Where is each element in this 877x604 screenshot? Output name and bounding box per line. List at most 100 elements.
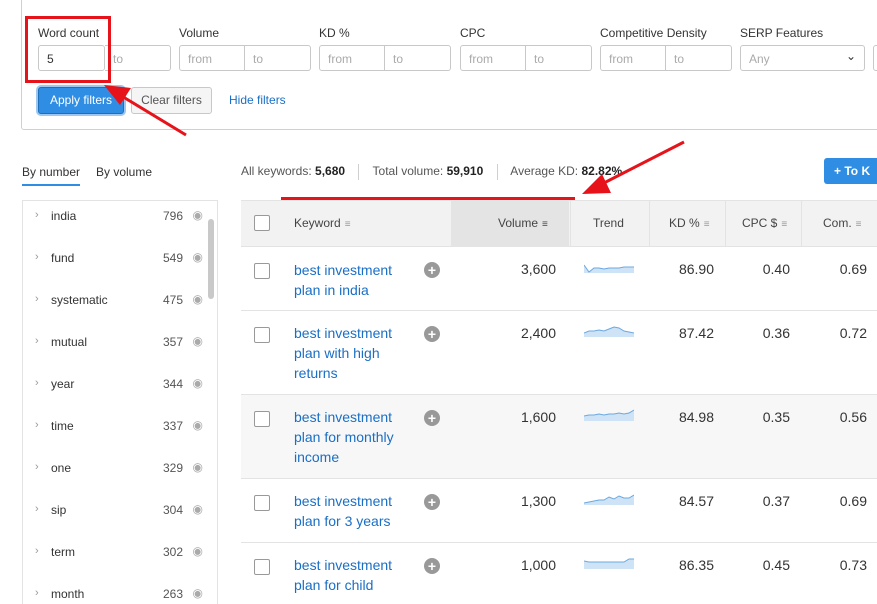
volume-value: 1,300 — [520, 493, 556, 509]
keyword-link[interactable]: best investment plan in india — [294, 260, 414, 300]
column-cpc[interactable]: CPC $ ≡ — [742, 216, 787, 230]
table-row: best investment plan for 3 years + 1,300… — [241, 479, 877, 543]
hide-filters-link[interactable]: Hide filters — [229, 93, 286, 107]
volume-value: 2,400 — [520, 325, 556, 341]
volume-value: 3,600 — [520, 261, 556, 277]
list-item[interactable]: › systematic 475 ◉ — [23, 291, 203, 311]
list-item[interactable]: › time 337 ◉ — [23, 417, 203, 437]
kd-value: 84.98 — [678, 409, 714, 425]
column-com[interactable]: Com. ≡ — [823, 216, 862, 230]
volume-to-input[interactable]: to — [245, 45, 311, 71]
cpc-value: 0.45 — [762, 557, 790, 573]
group-label: sip — [51, 503, 67, 517]
column-cpc-label: CPC $ — [742, 216, 778, 230]
cpc-from-input[interactable]: from — [460, 45, 526, 71]
table-row: best investment plan for child + 1,000 8… — [241, 543, 877, 604]
table-row: best investment plan for monthly income … — [241, 395, 877, 479]
group-count: 475 — [162, 293, 183, 307]
eye-icon[interactable]: ◉ — [193, 208, 203, 222]
group-label: month — [51, 587, 85, 601]
clear-filters-button[interactable]: Clear filters — [131, 87, 212, 114]
add-icon[interactable]: + — [424, 410, 440, 426]
kd-label: KD % — [319, 26, 350, 40]
select-all-checkbox[interactable] — [254, 215, 270, 231]
group-label: india — [51, 209, 77, 223]
sidebar-scrollbar[interactable] — [208, 219, 214, 299]
eye-icon[interactable]: ◉ — [193, 250, 203, 264]
eye-icon[interactable]: ◉ — [193, 418, 203, 432]
sort-icon: ≡ — [344, 219, 351, 230]
volume-from-input[interactable]: from — [179, 45, 245, 71]
column-kd-label: KD % — [669, 216, 700, 230]
group-label: one — [51, 461, 72, 475]
row-checkbox[interactable] — [254, 327, 270, 343]
column-trend[interactable]: Trend — [593, 216, 624, 230]
eye-icon[interactable]: ◉ — [193, 544, 203, 558]
keyword-link[interactable]: best investment plan for monthly income — [294, 407, 414, 467]
add-icon[interactable]: + — [424, 326, 440, 342]
serp-features-select[interactable]: Any ⌄ — [740, 45, 865, 71]
cpc-value: 0.37 — [762, 493, 790, 509]
eye-icon[interactable]: ◉ — [193, 586, 203, 600]
word-group-list: › india 796 ◉ › fund 549 ◉ › systematic … — [22, 200, 218, 604]
competitive-density-to-input[interactable]: to — [666, 45, 732, 71]
com-value: 0.69 — [839, 493, 867, 509]
volume-value: 1,000 — [520, 557, 556, 573]
divider — [496, 164, 498, 180]
sort-icon: ≡ — [781, 219, 788, 230]
row-checkbox[interactable] — [254, 495, 270, 511]
next-filter-input[interactable] — [873, 45, 877, 71]
keyword-link[interactable]: best investment plan for 3 years — [294, 491, 414, 531]
chevron-right-icon: › — [35, 251, 39, 263]
group-count: 796 — [162, 209, 183, 223]
apply-filters-button[interactable]: Apply filters — [38, 87, 124, 114]
eye-icon[interactable]: ◉ — [193, 502, 203, 516]
row-checkbox[interactable] — [254, 559, 270, 575]
eye-icon[interactable]: ◉ — [193, 292, 203, 306]
competitive-density-from-input[interactable]: from — [600, 45, 666, 71]
list-item[interactable]: › fund 549 ◉ — [23, 249, 203, 269]
kd-to-input[interactable]: to — [385, 45, 451, 71]
word-count-to-input[interactable]: to — [105, 45, 171, 71]
column-com-label: Com. — [823, 216, 852, 230]
list-item[interactable]: › month 263 ◉ — [23, 585, 203, 604]
column-volume[interactable]: Volume ≡ — [498, 216, 548, 230]
group-count: 304 — [162, 503, 183, 517]
add-icon[interactable]: + — [424, 494, 440, 510]
chevron-right-icon: › — [35, 587, 39, 599]
column-volume-label: Volume — [498, 216, 539, 230]
list-item[interactable]: › year 344 ◉ — [23, 375, 203, 395]
com-value: 0.69 — [839, 261, 867, 277]
sort-icon: ≡ — [855, 219, 862, 230]
list-item[interactable]: › mutual 357 ◉ — [23, 333, 203, 353]
cpc-to-input[interactable]: to — [526, 45, 592, 71]
keyword-link[interactable]: best investment plan with high returns — [294, 323, 414, 383]
add-icon[interactable]: + — [424, 558, 440, 574]
tab-by-volume[interactable]: By volume — [96, 165, 152, 179]
list-item[interactable]: › term 302 ◉ — [23, 543, 203, 563]
eye-icon[interactable]: ◉ — [193, 334, 203, 348]
list-item[interactable]: › one 329 ◉ — [23, 459, 203, 479]
group-count: 337 — [162, 419, 183, 433]
add-icon[interactable]: + — [424, 262, 440, 278]
list-item[interactable]: › sip 304 ◉ — [23, 501, 203, 521]
kd-from-input[interactable]: from — [319, 45, 385, 71]
divider — [801, 201, 802, 247]
cpc-value: 0.35 — [762, 409, 790, 425]
chevron-right-icon: › — [35, 293, 39, 305]
list-item[interactable]: › india 796 ◉ — [23, 207, 203, 227]
row-checkbox[interactable] — [254, 411, 270, 427]
chevron-right-icon: › — [35, 419, 39, 431]
column-keyword-label: Keyword — [294, 216, 341, 230]
eye-icon[interactable]: ◉ — [193, 460, 203, 474]
column-keyword[interactable]: Keyword ≡ — [294, 216, 351, 230]
group-count: 302 — [162, 545, 183, 559]
tab-by-number[interactable]: By number — [22, 165, 81, 186]
competitive-density-label: Competitive Density — [600, 26, 707, 40]
column-kd[interactable]: KD % ≡ — [669, 216, 710, 230]
keyword-link[interactable]: best investment plan for child — [294, 555, 414, 595]
eye-icon[interactable]: ◉ — [193, 376, 203, 390]
to-keyword-list-button[interactable]: + To K — [824, 158, 877, 184]
row-checkbox[interactable] — [254, 263, 270, 279]
all-keywords-label: All keywords: — [241, 164, 312, 179]
